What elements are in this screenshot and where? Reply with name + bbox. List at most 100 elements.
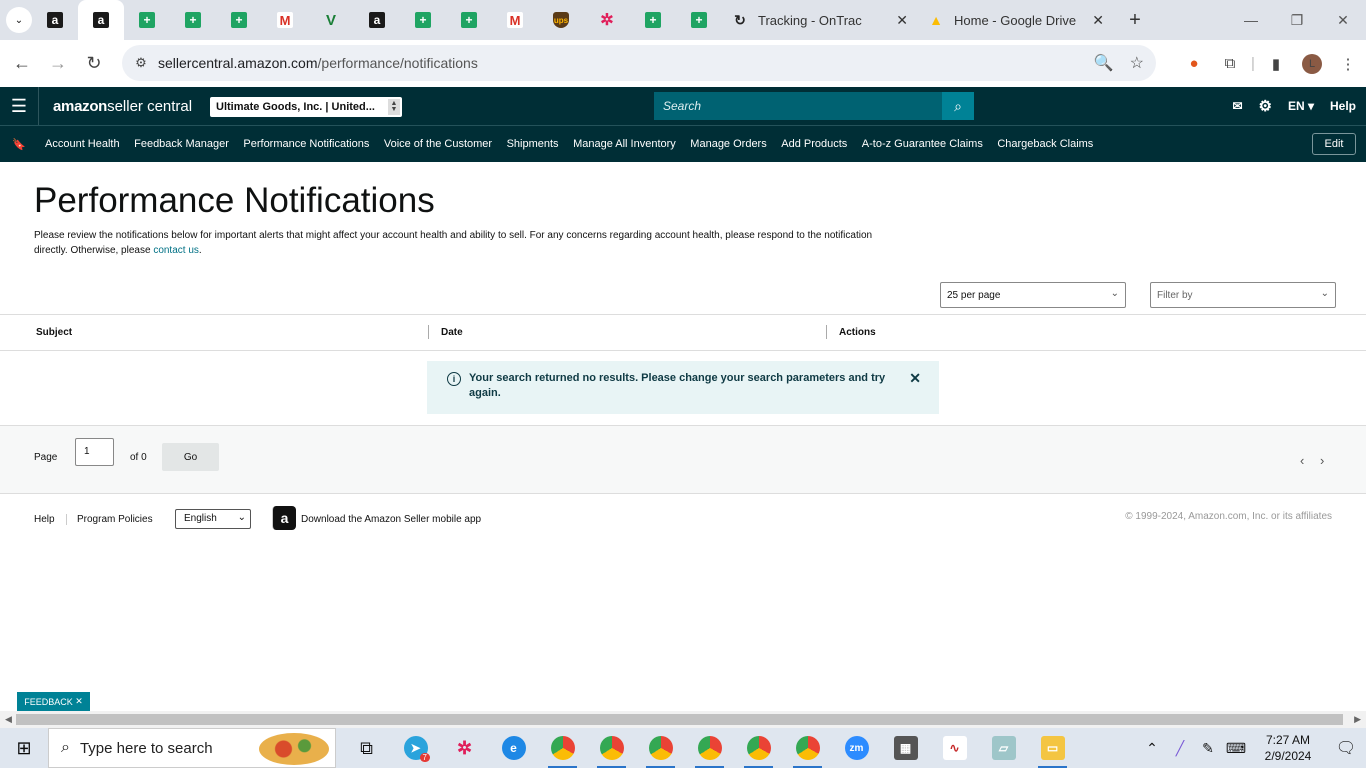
new-tab-button[interactable]: +	[1120, 9, 1150, 32]
nav-item-voice-of-the-customer[interactable]: Voice of the Customer	[384, 138, 492, 150]
pen-icon[interactable]: ╱	[1166, 740, 1194, 757]
keyboard-icon[interactable]: ⌨	[1222, 740, 1250, 757]
edge-icon[interactable]: e	[489, 728, 538, 768]
footer-language-select[interactable]: English ⌄	[175, 509, 251, 529]
clock[interactable]: 7:27 AM 2/9/2024	[1250, 732, 1326, 764]
file-explorer-icon[interactable]: ▭	[1028, 728, 1077, 768]
chrome-profile-icon[interactable]	[783, 728, 832, 768]
pinned-tab[interactable]: ✲	[584, 0, 630, 40]
nav-item-performance-notifications[interactable]: Performance Notifications	[243, 138, 369, 150]
header-search-input[interactable]	[654, 92, 942, 120]
slack-icon[interactable]: ✲	[440, 728, 489, 768]
chevron-right-icon[interactable]: ›	[1320, 453, 1324, 468]
pinned-tab[interactable]: +	[676, 0, 722, 40]
taskbar-search[interactable]: ⌕ Type here to search	[48, 728, 336, 768]
reload-icon[interactable]: ↻	[76, 46, 112, 82]
pinned-tab[interactable]: M	[262, 0, 308, 40]
ups-icon: ups	[553, 12, 569, 28]
chart-app-icon[interactable]: ∿	[930, 728, 979, 768]
program-policies-link[interactable]: Program Policies	[66, 514, 153, 525]
restore-icon[interactable]: ❐	[1274, 0, 1320, 40]
settings-gear-icon[interactable]: ⚙	[1259, 97, 1272, 115]
zoom-app-icon[interactable]: zm	[832, 728, 881, 768]
language-selector[interactable]: EN ▾	[1288, 99, 1314, 113]
close-window-icon[interactable]: ✕	[1320, 0, 1366, 40]
per-page-select[interactable]: 25 per page ⌄	[940, 282, 1126, 308]
nav-item-chargeback-claims[interactable]: Chargeback Claims	[997, 138, 1093, 150]
pinned-tab[interactable]: +	[630, 0, 676, 40]
back-icon[interactable]: ←	[4, 46, 40, 82]
pinned-tab[interactable]: +	[216, 0, 262, 40]
footer-help-link[interactable]: Help	[34, 514, 55, 525]
nav-item-shipments[interactable]: Shipments	[507, 138, 559, 150]
scroll-right-icon[interactable]: ▶	[1354, 714, 1361, 725]
filter-select[interactable]: Filter by ⌄	[1150, 282, 1336, 308]
notifications-icon[interactable]: 🗨	[1326, 738, 1366, 758]
go-button[interactable]: Go	[162, 443, 219, 471]
scrollbar-thumb[interactable]	[16, 714, 1343, 725]
pinned-tab[interactable]: +	[124, 0, 170, 40]
chrome-profile-icon[interactable]	[734, 728, 783, 768]
profile-avatar[interactable]: L	[1302, 53, 1322, 74]
close-tab-icon[interactable]: ✕	[1092, 12, 1104, 29]
pinned-tab[interactable]: a	[32, 0, 78, 40]
extensions-puzzle-icon[interactable]: ⧉	[1212, 46, 1248, 82]
nav-item-account-health[interactable]: Account Health	[45, 138, 120, 150]
chrome-profile-icon[interactable]	[587, 728, 636, 768]
telegram-icon[interactable]: ➤ 7	[391, 728, 440, 768]
edit-nav-button[interactable]: Edit	[1312, 133, 1356, 155]
pinned-tab[interactable]: ups	[538, 0, 584, 40]
nav-item-feedback-manager[interactable]: Feedback Manager	[134, 138, 229, 150]
seller-central-logo[interactable]: amazon seller central	[38, 87, 192, 125]
close-tab-icon[interactable]: ✕	[896, 12, 908, 29]
scroll-left-icon[interactable]: ◀	[5, 714, 12, 725]
contact-us-link[interactable]: contact us	[153, 245, 199, 256]
chrome-profile-icon[interactable]	[538, 728, 587, 768]
chrome-profile-icon[interactable]	[636, 728, 685, 768]
windows-start-icon[interactable]: ⊞	[0, 728, 48, 768]
pinned-tab[interactable]: M	[492, 0, 538, 40]
calculator-icon[interactable]: ▦	[881, 728, 930, 768]
close-icon[interactable]: ✕	[909, 371, 921, 404]
site-info-icon[interactable]: ⚙	[126, 55, 156, 71]
browser-tab[interactable]: ▲ Home - Google Drive ✕	[918, 0, 1114, 40]
zoom-icon[interactable]: 🔍	[1094, 53, 1114, 73]
mail-icon[interactable]: ✉	[1232, 99, 1242, 113]
store-selector[interactable]: Ultimate Goods, Inc. | United... ▲ ▼	[210, 97, 402, 117]
bookmark-icon[interactable]: 🔖	[0, 138, 38, 151]
feedback-button[interactable]: FEEDBACK ✕	[17, 692, 90, 711]
pinned-tab[interactable]: +	[170, 0, 216, 40]
pinned-tab[interactable]: V	[308, 0, 354, 40]
tab-search-button[interactable]: ⌄	[6, 7, 32, 33]
side-panel-icon[interactable]: ▮	[1258, 46, 1294, 82]
search-icon[interactable]: ⌕	[942, 92, 974, 120]
extension-fire-icon[interactable]: ●	[1176, 46, 1212, 82]
nav-item-add-products[interactable]: Add Products	[781, 138, 847, 150]
tray-overflow-icon[interactable]: ⌃	[1138, 740, 1166, 757]
notes-app-icon[interactable]: ▱	[979, 728, 1028, 768]
page-number-input[interactable]: 1	[75, 438, 114, 466]
chrome-profile-icon[interactable]	[685, 728, 734, 768]
horizontal-scrollbar[interactable]: ◀ ▶	[0, 711, 1366, 728]
nav-item-manage-all-inventory[interactable]: Manage All Inventory	[573, 138, 676, 150]
amazon-app-icon[interactable]: a	[272, 506, 296, 530]
pinned-tab[interactable]: a	[78, 0, 124, 40]
nav-item-a-to-z-guarantee-claims[interactable]: A-to-z Guarantee Claims	[862, 138, 983, 150]
chrome-menu-icon[interactable]: ⋮	[1330, 46, 1366, 82]
task-view-icon[interactable]: ⧉	[342, 728, 391, 768]
pinned-tab[interactable]: +	[400, 0, 446, 40]
pinned-tab[interactable]: +	[446, 0, 492, 40]
chevron-left-icon[interactable]: ‹	[1300, 453, 1304, 468]
ink-workspace-icon[interactable]: ✎	[1194, 740, 1222, 757]
forward-icon[interactable]: →	[40, 46, 76, 82]
store-selector-arrows-icon: ▲ ▼	[388, 99, 400, 115]
minimize-icon[interactable]: —	[1228, 0, 1274, 40]
hamburger-menu-icon[interactable]: ☰	[0, 96, 38, 117]
browser-tab[interactable]: ↻ Tracking - OnTrac ✕	[722, 0, 918, 40]
pinned-tab[interactable]: a	[354, 0, 400, 40]
omnibox[interactable]: ⚙ sellercentral.amazon.com/performance/n…	[122, 45, 1156, 81]
help-link[interactable]: Help	[1330, 99, 1356, 113]
download-app-link[interactable]: Download the Amazon Seller mobile app	[301, 514, 481, 525]
nav-item-manage-orders[interactable]: Manage Orders	[690, 138, 766, 150]
bookmark-star-icon[interactable]: ☆	[1130, 53, 1144, 73]
